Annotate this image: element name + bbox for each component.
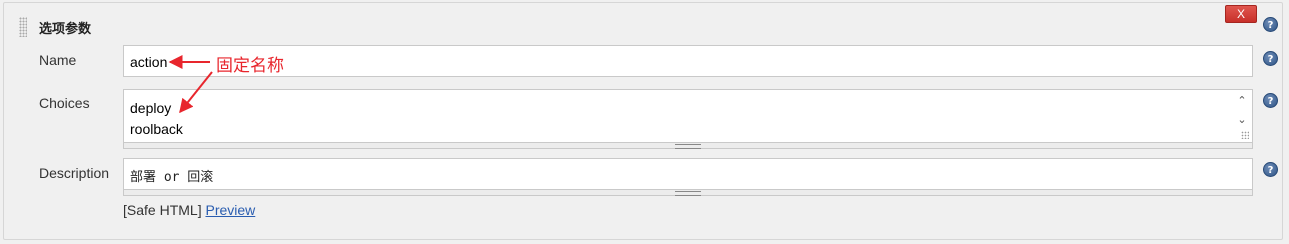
description-textarea[interactable]: 部署 or 回滚 xyxy=(123,158,1253,190)
name-label: Name xyxy=(39,52,77,68)
name-input[interactable]: action xyxy=(123,45,1253,77)
help-icon[interactable]: ? xyxy=(1263,17,1278,32)
chevron-up-icon[interactable]: ⌃ xyxy=(1236,95,1248,107)
resize-corner-icon[interactable] xyxy=(1241,131,1249,139)
choices-textarea[interactable]: deploy roolback ⌃ ⌄ xyxy=(123,89,1253,143)
section-title: 选项参数 xyxy=(39,22,92,37)
choices-label: Choices xyxy=(39,95,90,111)
choice-item: roolback xyxy=(130,121,183,137)
resize-grip-icon xyxy=(675,191,701,196)
resize-grip-icon xyxy=(675,144,701,149)
safe-html-line: [Safe HTML] Preview xyxy=(123,202,255,218)
help-icon[interactable]: ? xyxy=(1263,162,1278,177)
description-label: Description xyxy=(39,165,110,181)
choice-item: deploy xyxy=(130,100,172,116)
help-icon[interactable]: ? xyxy=(1263,51,1278,66)
chevron-down-icon[interactable]: ⌄ xyxy=(1236,114,1248,126)
preview-link[interactable]: Preview xyxy=(205,202,255,218)
drag-handle-icon[interactable] xyxy=(19,17,27,37)
delete-parameter-button[interactable]: X xyxy=(1225,5,1257,23)
safe-html-prefix: [Safe HTML] xyxy=(123,202,202,218)
help-icon[interactable]: ? xyxy=(1263,93,1278,108)
textarea-resize-bar[interactable] xyxy=(123,143,1253,149)
textarea-resize-bar[interactable] xyxy=(123,190,1253,196)
choices-list: deploy roolback xyxy=(130,98,183,140)
annotation-label: 固定名称 xyxy=(216,56,284,76)
